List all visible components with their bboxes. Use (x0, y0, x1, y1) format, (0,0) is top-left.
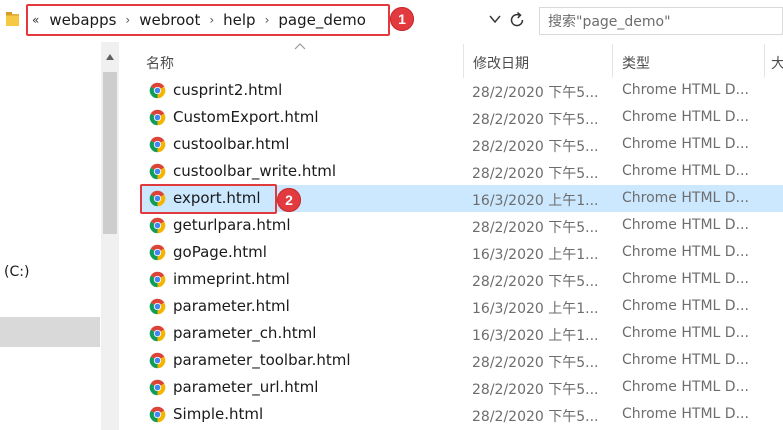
address-toolbar: « webapps › webroot › help › page_demo 1… (0, 0, 783, 42)
navigation-pane: (C:) (0, 42, 101, 430)
folder-icon (6, 12, 19, 26)
file-type: Chrome HTML D... (622, 406, 749, 422)
file-type: Chrome HTML D... (622, 109, 749, 125)
file-modified-date: 16/3/2020 上午1... (472, 247, 599, 263)
breadcrumb-page-demo[interactable]: page_demo (278, 11, 366, 29)
file-name: goPage.html (173, 243, 267, 261)
file-name: parameter.html (173, 297, 290, 315)
chrome-html-file-icon (149, 244, 166, 261)
file-type: Chrome HTML D... (622, 244, 749, 260)
file-row[interactable]: parameter_ch.html 16/3/2020 上午1... Chrome … (140, 320, 783, 347)
address-bar[interactable]: « webapps › webroot › help › page_demo (26, 4, 390, 36)
step-badge-2: 2 (277, 188, 301, 212)
column-divider[interactable] (764, 44, 765, 78)
file-modified-date: 28/2/2020 下午5... (472, 166, 599, 182)
file-row[interactable]: cusprint2.html 28/2/2020 下午5... Chrome HTM… (140, 77, 783, 104)
file-type: Chrome HTML D... (622, 163, 749, 179)
file-modified-date: 28/2/2020 下午5... (472, 85, 599, 101)
search-input[interactable]: 搜索"page_demo" (539, 7, 783, 35)
file-row[interactable]: parameter_toolbar.html 28/2/2020 下午5... Ch… (140, 347, 783, 374)
column-header-type[interactable]: 类型 (622, 50, 650, 76)
file-modified-date: 28/2/2020 下午5... (472, 139, 599, 155)
file-row[interactable]: immeprint.html 28/2/2020 下午5... Chrome HTM… (140, 266, 783, 293)
file-modified-date: 28/2/2020 下午5... (472, 112, 599, 128)
chrome-html-file-icon (149, 325, 166, 342)
chrome-html-file-icon (149, 217, 166, 234)
file-row[interactable]: parameter_url.html 28/2/2020 下午5... Chrome… (140, 374, 783, 401)
file-modified-date: 28/2/2020 下午5... (472, 274, 599, 290)
address-overflow-button[interactable]: « (32, 13, 39, 27)
file-highlight-box (140, 184, 277, 214)
file-modified-date: 16/3/2020 上午1... (472, 301, 599, 317)
breadcrumb-separator[interactable]: › (209, 13, 214, 27)
file-row[interactable]: custoolbar.html 28/2/2020 下午5... Chrome HT… (140, 131, 783, 158)
file-type: Chrome HTML D... (622, 325, 749, 341)
file-type: Chrome HTML D... (622, 271, 749, 287)
file-name: CustomExport.html (173, 108, 319, 126)
search-placeholder: 搜索"page_demo" (548, 14, 671, 30)
chrome-html-file-icon (149, 298, 166, 315)
chrome-html-file-icon (149, 352, 166, 369)
file-name: parameter_ch.html (173, 324, 317, 342)
file-name: parameter_toolbar.html (173, 351, 351, 369)
file-modified-date: 16/3/2020 上午1... (472, 328, 599, 344)
breadcrumb-help[interactable]: help (223, 11, 255, 29)
file-type: Chrome HTML D... (622, 379, 749, 395)
scroll-up-arrow-icon[interactable] (105, 52, 115, 62)
nav-scrollbar[interactable] (101, 42, 119, 430)
breadcrumb-separator[interactable]: › (265, 13, 270, 27)
chrome-html-file-icon (149, 82, 166, 99)
file-row[interactable]: parameter.html 16/3/2020 上午1... Chrome HTM… (140, 293, 783, 320)
chrome-html-file-icon (149, 406, 166, 423)
step-badge-1: 1 (390, 7, 414, 31)
file-row[interactable]: goPage.html 16/3/2020 上午1... Chrome HTML D… (140, 239, 783, 266)
chrome-html-file-icon (149, 163, 166, 180)
file-type: Chrome HTML D... (622, 217, 749, 233)
breadcrumb-separator[interactable]: › (125, 13, 130, 27)
file-row[interactable]: custoolbar_write.html 28/2/2020 下午5... Chr… (140, 158, 783, 185)
file-name: geturlpara.html (173, 216, 291, 234)
sort-ascending-icon (294, 43, 306, 50)
breadcrumb-webapps[interactable]: webapps (49, 11, 116, 29)
column-divider[interactable] (463, 44, 464, 78)
column-divider[interactable] (612, 44, 613, 78)
file-name: Simple.html (173, 405, 264, 423)
chrome-html-file-icon (149, 109, 166, 126)
file-type: Chrome HTML D... (622, 190, 749, 206)
file-row[interactable]: CustomExport.html 28/2/2020 下午5... Chrome … (140, 104, 783, 131)
file-type: Chrome HTML D... (622, 298, 749, 314)
nav-item-drive-c[interactable]: (C:) (4, 264, 29, 280)
file-name: parameter_url.html (173, 378, 319, 396)
file-modified-date: 28/2/2020 下午5... (472, 355, 599, 371)
column-header-size[interactable]: 大 (771, 50, 783, 76)
file-row[interactable]: geturlpara.html 28/2/2020 下午5... Chrome HT… (140, 212, 783, 239)
file-modified-date: 28/2/2020 下午5... (472, 409, 599, 425)
file-modified-date: 28/2/2020 下午5... (472, 382, 599, 398)
chrome-html-file-icon (149, 271, 166, 288)
file-name: custoolbar.html (173, 135, 290, 153)
column-header-name[interactable]: 名称 (146, 50, 174, 76)
file-name: cusprint2.html (173, 81, 283, 99)
file-name: custoolbar_write.html (173, 162, 337, 180)
file-name: immeprint.html (173, 270, 290, 288)
scrollbar-thumb[interactable] (103, 72, 117, 234)
file-modified-date: 16/3/2020 上午1... (472, 193, 599, 209)
file-modified-date: 28/2/2020 下午5... (472, 220, 599, 236)
file-type: Chrome HTML D... (622, 82, 749, 98)
chrome-html-file-icon (149, 136, 166, 153)
refresh-icon[interactable] (508, 10, 526, 30)
breadcrumb-webroot[interactable]: webroot (139, 11, 200, 29)
nav-item-selected[interactable] (0, 317, 100, 347)
column-header-date[interactable]: 修改日期 (473, 50, 529, 76)
chevron-down-icon[interactable] (488, 12, 502, 26)
file-type: Chrome HTML D... (622, 352, 749, 368)
chrome-html-file-icon (149, 379, 166, 396)
file-type: Chrome HTML D... (622, 136, 749, 152)
file-row[interactable]: Simple.html 28/2/2020 下午5... Chrome HTML D… (140, 401, 783, 428)
